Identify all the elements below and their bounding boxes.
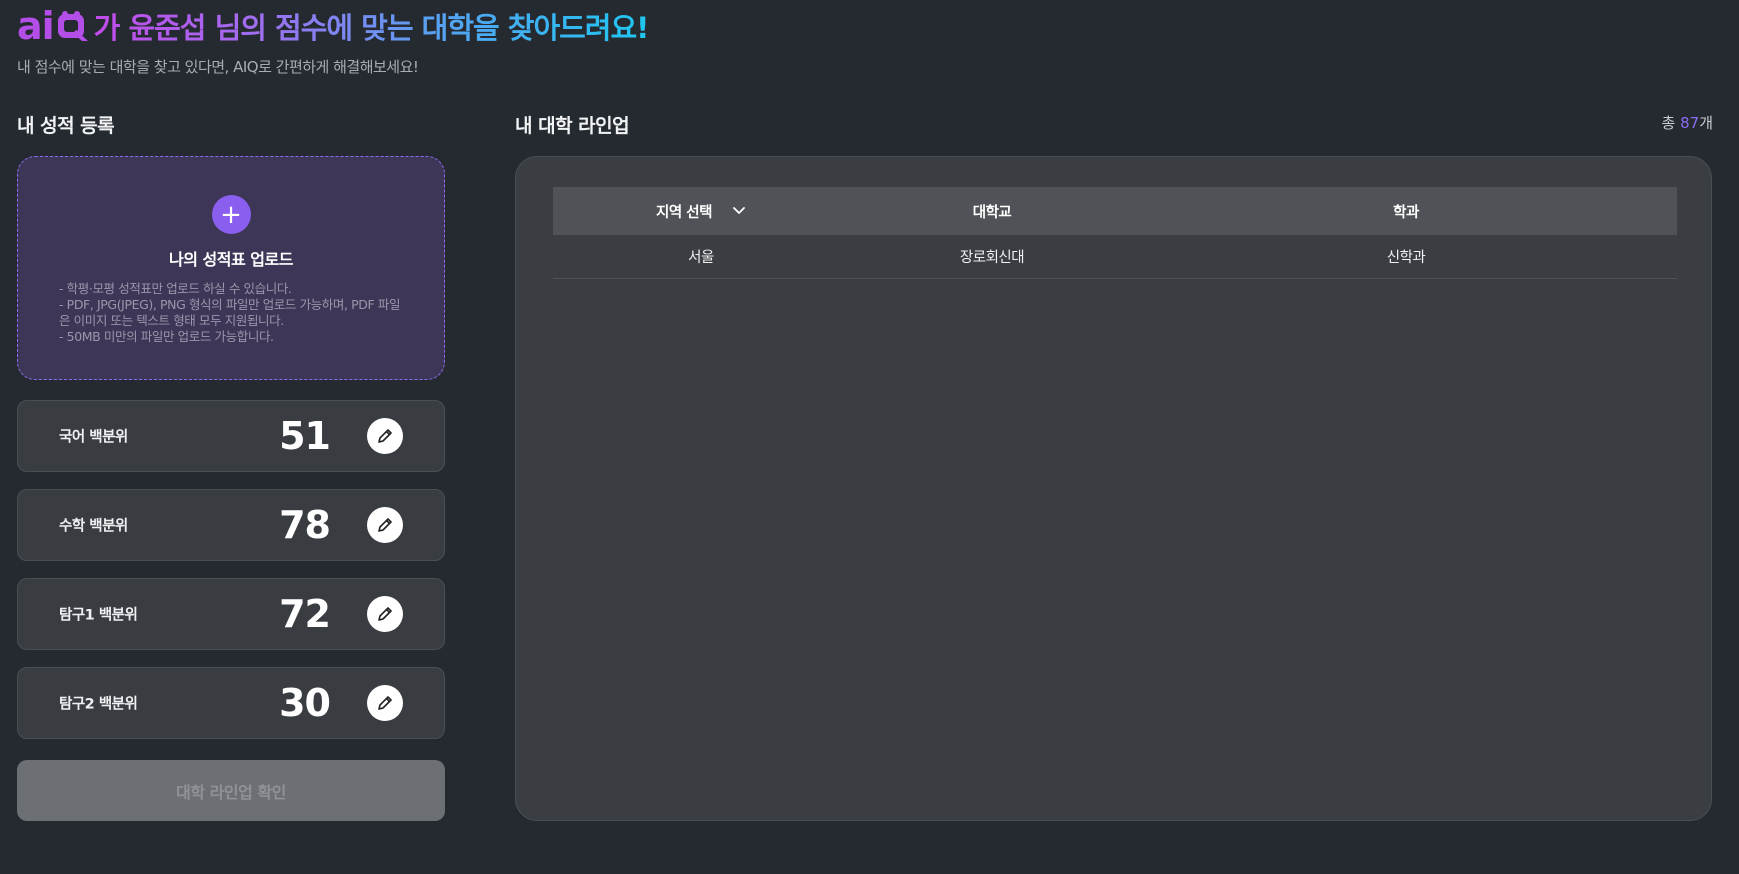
edit-korean-score-button[interactable] [367,418,403,454]
score-label: 탐구1 백분위 [59,607,138,624]
lineup-table: 지역 선택 대학교 학과 서울 장로회신대 신학과 [553,187,1677,279]
score-value: 51 [279,414,331,458]
headline: ai 가 윤준섭 님의 점수에 맞는 대학을 찾아드려요! [17,5,650,47]
edit-inquiry2-score-button[interactable] [367,685,403,721]
table-header: 지역 선택 대학교 학과 [553,187,1677,235]
row-university: 장로회신대 [959,250,1025,266]
lineup-section-title: 내 대학 라인업 [515,115,630,137]
pencil-icon [378,429,392,443]
score-value: 72 [279,592,331,636]
region-select-label: 지역 선택 [656,204,712,221]
row-department: 신학과 [1386,250,1426,266]
upload-note: - 학평·모평 성적표만 업로드 하실 수 있습니다. [59,281,292,296]
score-value: 30 [279,681,331,725]
headline-text: 가 윤준섭 님의 점수에 맞는 대학을 찾아드려요! [94,5,650,47]
pencil-icon [378,518,392,532]
pencil-icon [378,696,392,710]
total-suffix: 개 [1699,114,1713,132]
table-row[interactable]: 서울 장로회신대 신학과 [553,235,1677,279]
department-column-header: 학과 [1393,204,1419,221]
total-prefix: 총 [1661,114,1681,132]
score-card-korean: 국어 백분위 51 [17,400,445,472]
upload-note: - PDF, JPG(JPEG), PNG 형식의 파일만 업로드 가능하며, … [59,297,401,328]
edit-math-score-button[interactable] [367,507,403,543]
total-count: 총 87개 [1662,112,1713,133]
upload-note: - 50MB 미만의 파일만 업로드 가능합니다. [59,329,274,344]
university-column-header: 대학교 [972,204,1012,221]
score-section-title: 내 성적 등록 [17,115,115,137]
check-lineup-button[interactable]: 대학 라인업 확인 [17,760,445,821]
logo-q-icon [57,11,88,41]
score-label: 수학 백분위 [59,518,128,535]
pencil-icon [378,607,392,621]
plus-icon: + [211,195,251,234]
score-label: 국어 백분위 [59,429,128,446]
lineup-panel: 지역 선택 대학교 학과 서울 장로회신대 신학과 [515,156,1712,821]
upload-title: 나의 성적표 업로드 [169,250,293,269]
edit-inquiry1-score-button[interactable] [367,596,403,632]
page-header: ai 가 윤준섭 님의 점수에 맞는 대학을 찾아드려요! 내 점수에 맞는 대… [17,5,650,77]
subtitle: 내 점수에 맞는 대학을 찾고 있다면, AIQ로 간편하게 해결해보세요! [17,58,419,76]
report-upload-dropzone[interactable]: + 나의 성적표 업로드 - 학평·모평 성적표만 업로드 하실 수 있습니다.… [17,156,445,380]
row-region: 서울 [688,250,714,266]
total-number: 87 [1680,114,1700,132]
score-card-inquiry2: 탐구2 백분위 30 [17,667,445,739]
score-card-math: 수학 백분위 78 [17,489,445,561]
aiq-logo[interactable]: ai [17,7,90,45]
score-value: 78 [279,503,331,547]
upload-notes: - 학평·모평 성적표만 업로드 하실 수 있습니다. - PDF, JPG(J… [59,281,411,345]
score-card-inquiry1: 탐구1 백분위 72 [17,578,445,650]
chevron-down-icon [733,207,745,214]
score-label: 탐구2 백분위 [59,696,138,713]
logo-text: ai [17,4,55,48]
region-select-dropdown[interactable]: 지역 선택 [553,201,849,222]
